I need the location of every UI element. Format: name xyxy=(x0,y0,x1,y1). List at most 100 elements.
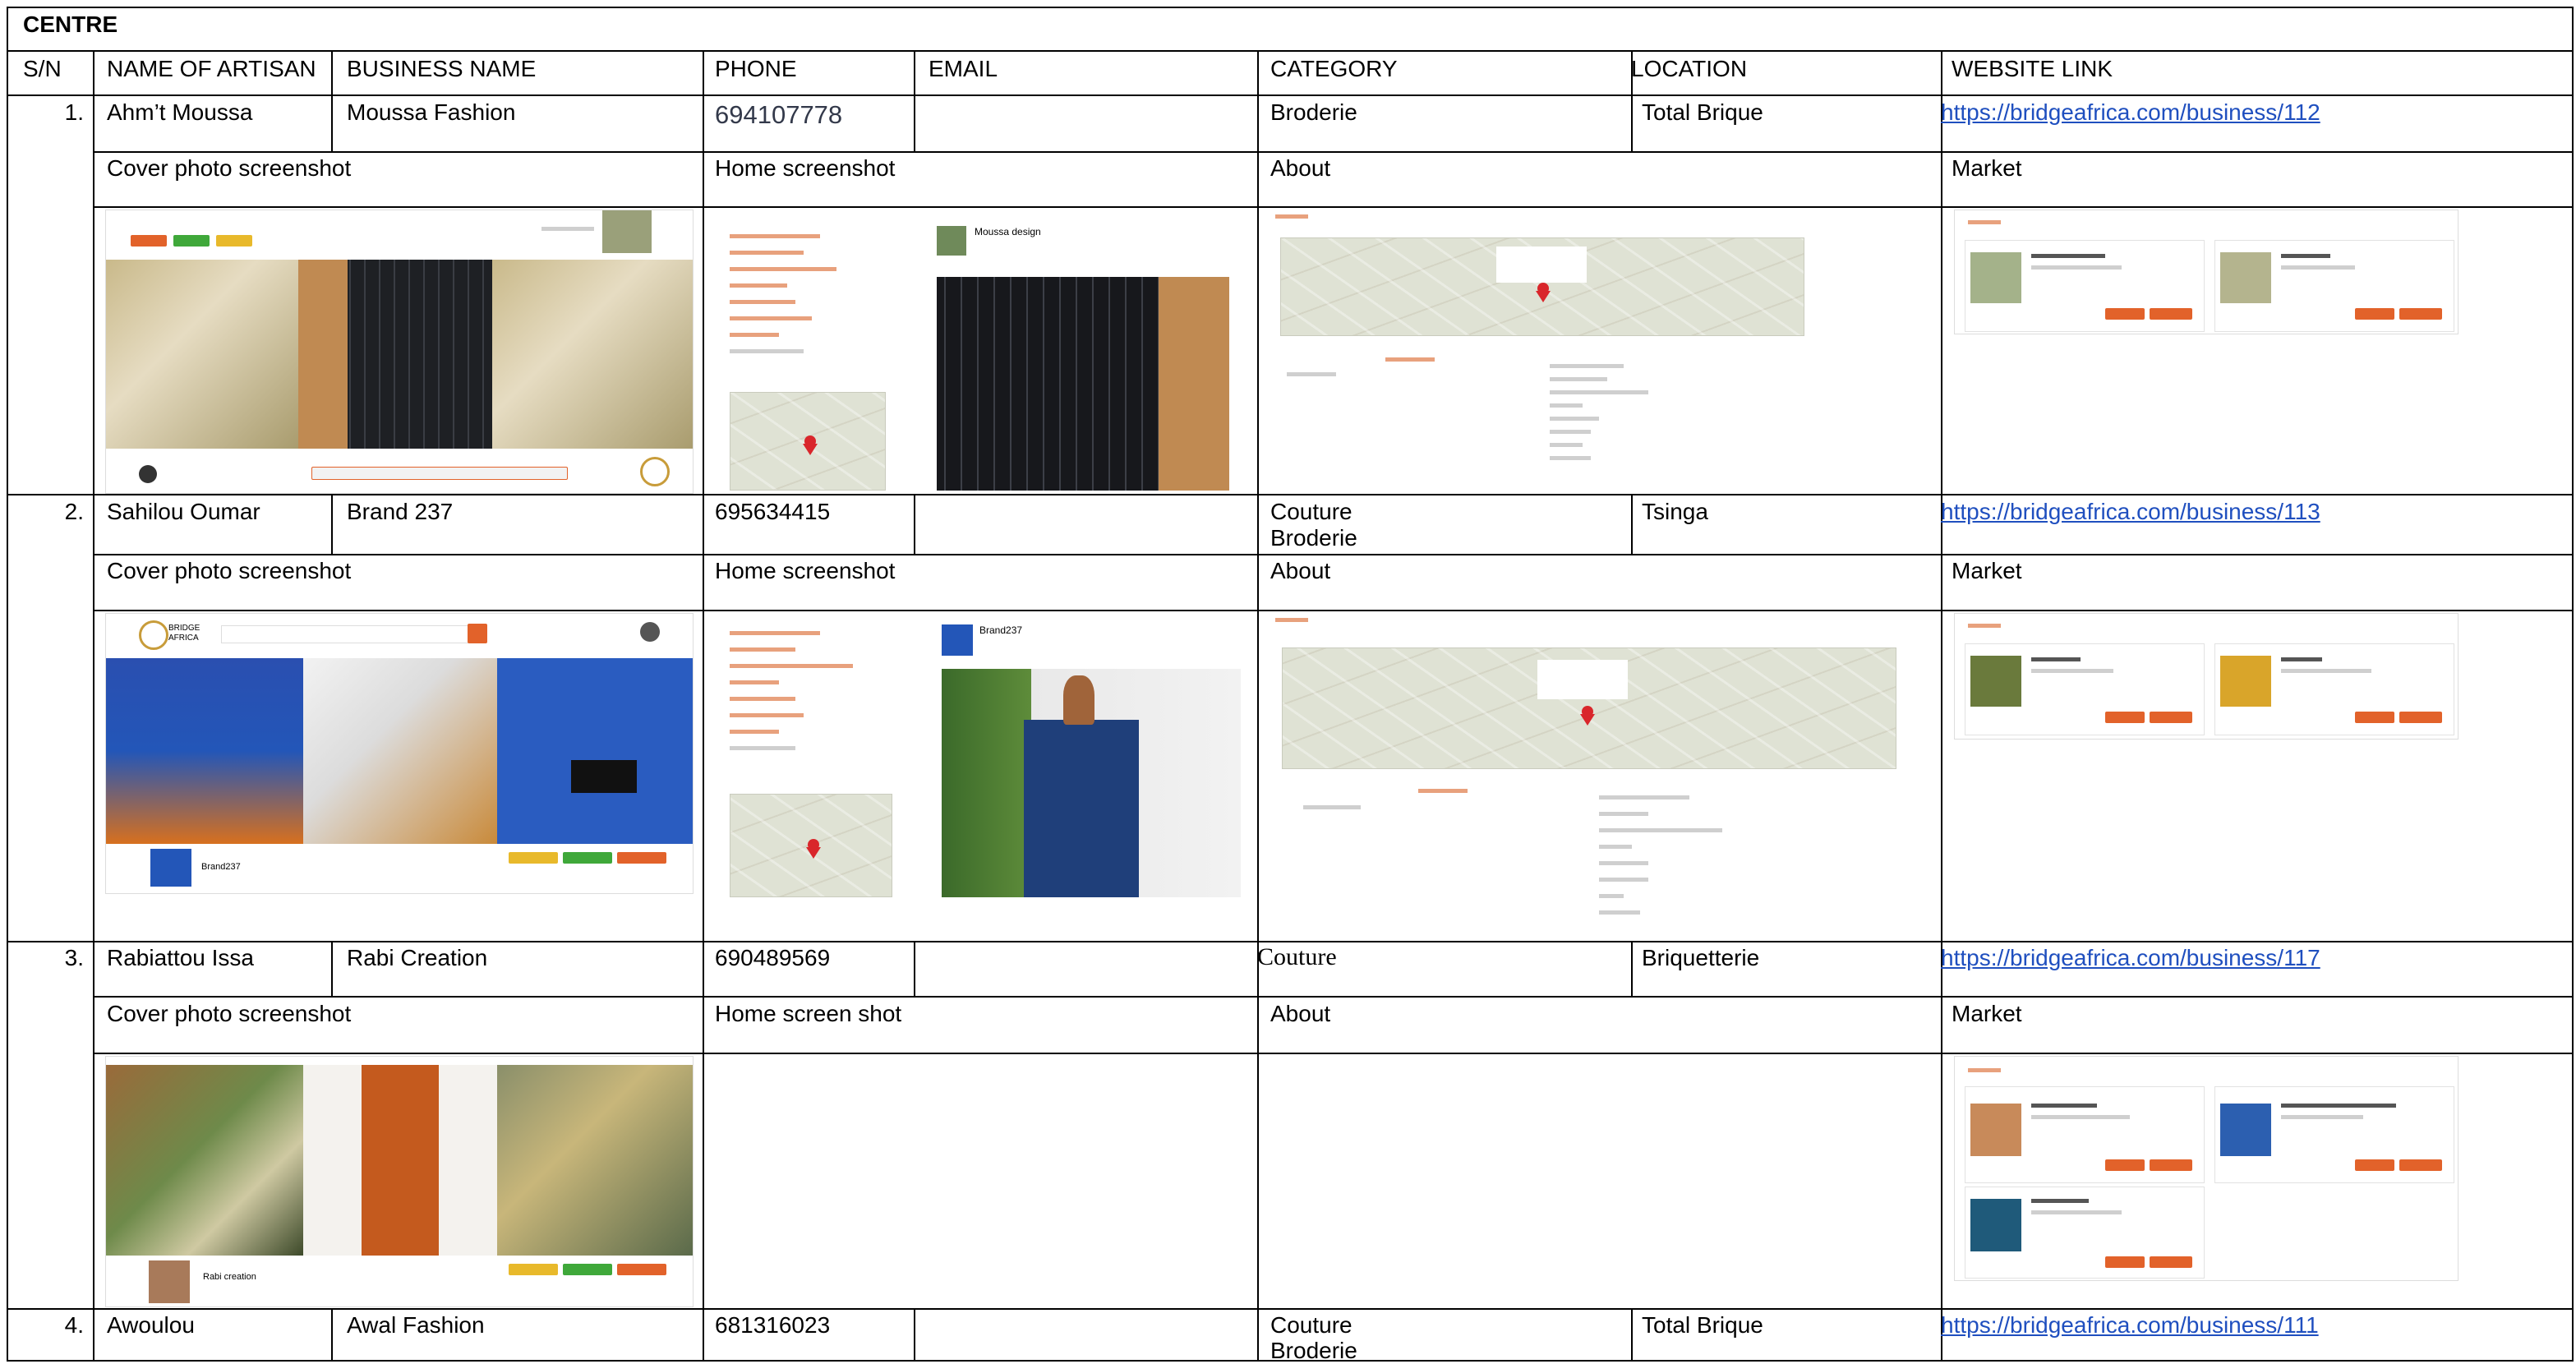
search-input xyxy=(221,625,472,643)
about-line xyxy=(1599,910,1640,915)
search-button xyxy=(468,624,487,643)
grid-line xyxy=(7,7,2574,8)
info-line xyxy=(730,300,795,304)
nav-button xyxy=(216,235,252,247)
website-link[interactable]: https://bridgeafrica.com/business/113 xyxy=(1941,499,2320,525)
action-button xyxy=(509,1264,558,1275)
product-thumb xyxy=(2220,656,2271,707)
brand-name: BRIDGE AFRICA xyxy=(168,624,200,643)
phone-number: 695634415 xyxy=(715,499,831,524)
grid-line xyxy=(331,1308,333,1362)
home-screenshot: Moussa design xyxy=(715,210,1241,492)
info-line xyxy=(730,267,836,271)
info-line xyxy=(730,664,853,668)
about-screenshot xyxy=(1270,210,1804,492)
buy-button xyxy=(2105,1159,2145,1171)
cover-photo xyxy=(303,658,497,844)
website-link[interactable]: https://bridgeafrica.com/business/112 xyxy=(1941,99,2320,126)
cart-button xyxy=(2150,308,2192,320)
grid-line xyxy=(93,50,94,1362)
about-line xyxy=(1287,372,1336,376)
product-title xyxy=(2031,657,2081,661)
about-line xyxy=(1550,417,1599,421)
grid-line xyxy=(93,1053,2574,1054)
home-title: Moussa design xyxy=(975,226,1041,237)
avatar xyxy=(139,465,157,483)
seal-icon xyxy=(640,457,670,486)
price-tag xyxy=(571,760,637,793)
cover-photo xyxy=(106,658,303,844)
product-desc xyxy=(2281,265,2355,270)
buy-button xyxy=(2355,712,2394,723)
product-title xyxy=(2281,657,2322,661)
product-thumb xyxy=(2220,252,2271,303)
about-label: About xyxy=(1270,155,1331,181)
grid-line xyxy=(93,151,2574,153)
artisan-name: Sahilou Oumar xyxy=(107,499,260,524)
product-title xyxy=(2031,254,2105,258)
cover-screenshot xyxy=(105,210,694,494)
product-photo xyxy=(1159,277,1229,491)
info-line xyxy=(730,697,795,701)
user-avatar xyxy=(640,622,660,642)
phone-number: 694107778 xyxy=(715,100,843,129)
about-line xyxy=(1550,390,1648,394)
business-logo xyxy=(937,226,966,256)
map-label xyxy=(1496,247,1587,283)
cover-photo xyxy=(106,1065,303,1256)
market-label: Market xyxy=(1952,155,2022,181)
profile-photo xyxy=(602,210,652,253)
map-pin-icon xyxy=(803,435,818,455)
cart-button xyxy=(2399,712,2442,723)
about-line xyxy=(1599,828,1722,832)
website-link[interactable]: https://bridgeafrica.com/business/117 xyxy=(1941,945,2320,971)
grid-line xyxy=(7,941,2574,942)
cover-name: Rabi creation xyxy=(203,1272,256,1282)
about-label: About xyxy=(1270,558,1331,583)
about-line xyxy=(1599,795,1689,800)
map-label xyxy=(1537,660,1628,699)
map-pin-icon xyxy=(1536,283,1551,302)
cart-button xyxy=(2150,1159,2192,1171)
action-button xyxy=(563,852,612,864)
mini-map xyxy=(730,392,886,491)
product-desc xyxy=(2031,669,2113,673)
cart-button xyxy=(2399,308,2442,320)
website-link[interactable]: https://bridgeafrica.com/business/111 xyxy=(1941,1312,2319,1339)
category-value: Broderie xyxy=(1270,1338,1357,1363)
about-line xyxy=(1418,789,1468,793)
market-screenshot xyxy=(1954,1056,2458,1281)
about-line xyxy=(1550,456,1591,460)
product-card xyxy=(1965,1086,2205,1183)
product-desc xyxy=(2031,265,2122,270)
market-heading xyxy=(1968,220,2001,224)
fabric-photo xyxy=(298,260,348,449)
category-value: Couture xyxy=(1270,1312,1353,1338)
info-line xyxy=(730,333,779,337)
grid-line xyxy=(93,610,2574,611)
grid-line xyxy=(331,494,333,554)
cover-label: Cover photo screenshot xyxy=(107,155,352,181)
grid-line xyxy=(1631,494,1633,554)
cover-name: Brand237 xyxy=(201,862,241,872)
cover-label: Cover photo screenshot xyxy=(107,558,352,583)
product-card xyxy=(1965,643,2205,735)
info-line xyxy=(730,251,804,255)
header-sn: S/N xyxy=(23,56,62,81)
product-thumb xyxy=(1970,252,2021,303)
business-name: Brand 237 xyxy=(347,499,454,524)
location-map xyxy=(1282,647,1896,769)
info-line xyxy=(730,283,787,288)
about-line xyxy=(1599,812,1648,816)
nav-button xyxy=(173,235,210,247)
about-line xyxy=(1303,805,1361,809)
info-line xyxy=(730,631,820,635)
about-screenshot xyxy=(1270,613,1908,938)
location-value: Tsinga xyxy=(1642,499,1708,524)
home-title: Brand237 xyxy=(979,624,1023,636)
buy-button xyxy=(2355,1159,2394,1171)
grid-line xyxy=(914,941,915,996)
info-line xyxy=(730,234,820,238)
grid-line xyxy=(1941,50,1942,1362)
cart-button xyxy=(2150,712,2192,723)
